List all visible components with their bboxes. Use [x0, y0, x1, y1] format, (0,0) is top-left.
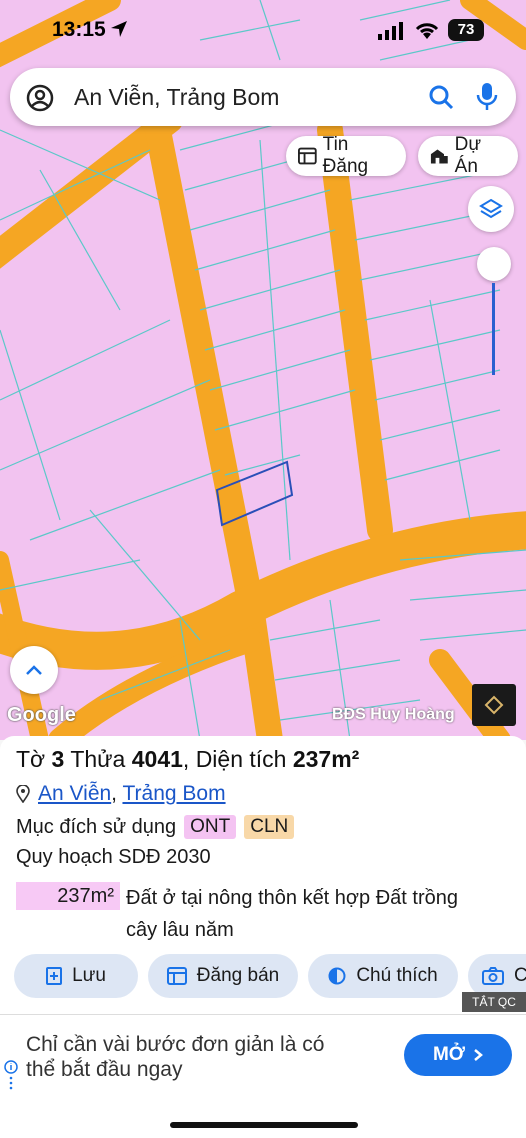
district-link[interactable]: Trảng Bom	[122, 782, 225, 805]
plan-description: Đất ở tại nông thôn kết hợp Đất trồng câ…	[126, 882, 526, 946]
ad-text-line2: thể bắt đầu ngay	[26, 1058, 183, 1081]
action-bar: Lưu Đăng bán Chú thích C	[14, 954, 526, 1000]
listings-chip-label: Tin Đăng	[322, 134, 369, 177]
ad-open-label: MỞ	[432, 1044, 466, 1065]
plan-label: Quy hoạch SDĐ 2030	[16, 846, 211, 868]
map-credit: BĐS Huy Hoàng	[332, 706, 455, 723]
listings-icon	[298, 147, 317, 165]
plan-area-swatch: 237m²	[16, 882, 120, 910]
sheet-number: 3	[51, 746, 65, 772]
legend-button[interactable]: Chú thích	[308, 954, 458, 998]
contrast-icon	[328, 967, 346, 985]
plot-number: 4041	[131, 746, 183, 772]
building-icon	[430, 149, 448, 164]
save-button-label: Lưu	[72, 965, 106, 986]
purpose-tag-ont: ONT	[184, 815, 237, 839]
post-button-label: Đăng bán	[196, 965, 280, 986]
area-label: Diện tích	[195, 746, 287, 772]
sheet-label: Tờ	[16, 746, 46, 772]
projects-chip-label: Dự Án	[454, 134, 482, 177]
legend-button-label: Chú thích	[356, 965, 438, 986]
ad-text[interactable]: Chỉ cần vài bước đơn giản là có thể bắt …	[26, 1032, 386, 1082]
parcel-address: An Viễn, Trảng Bom	[16, 782, 226, 806]
post-for-sale-button[interactable]: Đăng bán	[148, 954, 298, 998]
search-input[interactable]: An Viễn, Trảng Bom	[74, 84, 279, 111]
land-use-purpose: Mục đích sử dụng ONT CLN	[16, 815, 295, 839]
bookmark-add-icon	[46, 967, 63, 985]
parcel-title: Tờ 3 Thửa 4041, Diện tích 237m²	[16, 746, 360, 772]
plan-description-line2: cây lâu năm	[126, 919, 234, 941]
status-bar: 13:15 73	[0, 0, 526, 60]
ad-text-line1: Chỉ cần vài bước đơn giản là có	[26, 1033, 325, 1056]
ad-open-button[interactable]: MỞ	[404, 1034, 512, 1076]
location-pin-icon	[16, 785, 30, 803]
layers-button[interactable]	[468, 186, 514, 232]
opacity-slider-handle[interactable]	[477, 247, 511, 281]
chevron-right-icon	[474, 1049, 483, 1061]
purpose-label: Mục đích sử dụng	[16, 815, 177, 838]
area-value: 237m²	[292, 746, 360, 772]
purpose-tag-cln: CLN	[244, 815, 295, 839]
plan-description-line1: Đất ở tại nông thôn kết hợp Đất trồng	[126, 887, 458, 909]
house-logo-icon	[484, 695, 504, 715]
listings-chip[interactable]: Tin Đăng	[286, 134, 406, 177]
search-icon[interactable]	[428, 84, 454, 110]
status-time: 13:15	[52, 18, 106, 41]
listing-icon	[166, 967, 187, 985]
home-indicator	[170, 1122, 358, 1128]
photo-button-label: C	[514, 965, 526, 986]
chevron-up-icon	[26, 665, 42, 675]
commune-link[interactable]: An Viễn	[38, 782, 111, 805]
ad-info-icon[interactable]	[4, 1060, 18, 1090]
battery-indicator: 73	[448, 19, 484, 41]
camera-icon	[482, 967, 504, 985]
microphone-icon[interactable]	[476, 82, 498, 112]
search-bar[interactable]: An Viễn, Trảng Bom	[10, 68, 516, 126]
location-arrow-icon	[111, 21, 127, 37]
plot-label: Thửa	[70, 746, 126, 772]
google-logo: Google	[7, 704, 76, 726]
opacity-slider-track[interactable]	[492, 283, 495, 375]
expand-panel-button[interactable]	[10, 646, 58, 694]
close-ad-button[interactable]: TẮT QC	[462, 992, 526, 1012]
account-icon[interactable]	[26, 84, 54, 112]
projects-chip[interactable]: Dự Án	[418, 134, 518, 177]
layers-icon	[479, 198, 503, 219]
wifi-icon	[415, 23, 439, 39]
cellular-signal-icon	[378, 22, 403, 40]
agency-logo	[472, 684, 516, 726]
save-button[interactable]: Lưu	[14, 954, 138, 998]
